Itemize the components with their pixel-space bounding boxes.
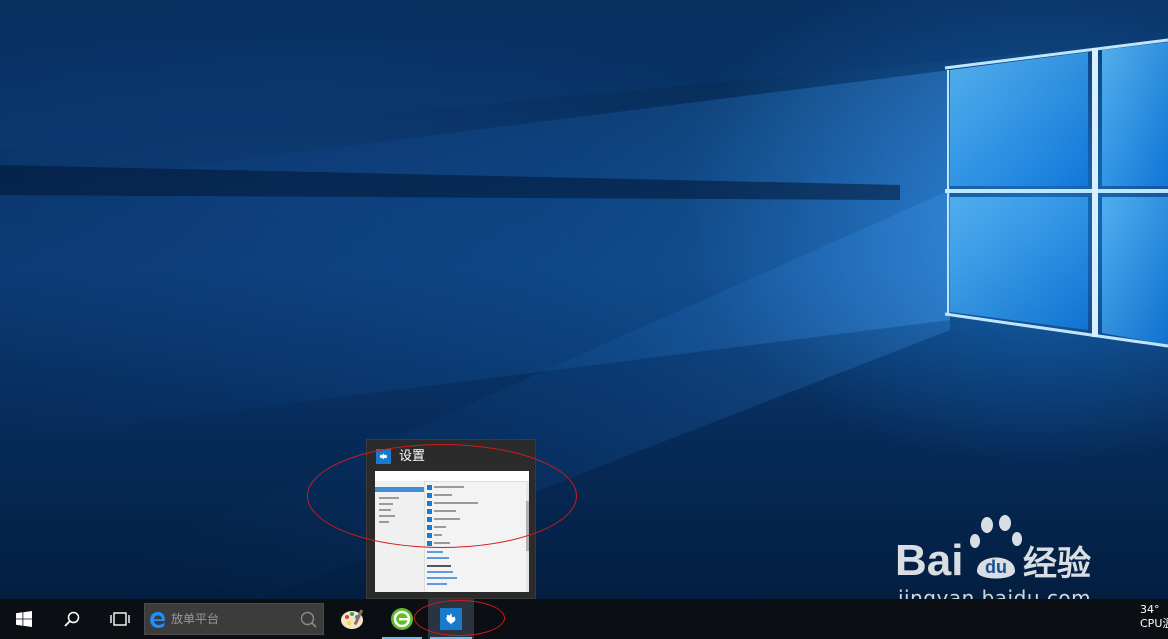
- desktop: 设置 Bai 经验 du jingyan.baidu.com: [0, 0, 1168, 599]
- baidu-jingyan-logo: Bai 经验 du: [895, 515, 1091, 585]
- tray-cpu-temp: 34° CPU温: [1140, 603, 1168, 631]
- windows-logo-icon: [16, 611, 32, 627]
- annotation-ellipse-preview: [307, 444, 577, 548]
- watermark-url: jingyan.baidu.com: [898, 586, 1092, 599]
- tray-temp-label: CPU温: [1140, 617, 1168, 630]
- taskbar: 放单平台 34° CPU温: [0, 599, 1168, 639]
- taskbar-search-box[interactable]: 放单平台: [144, 603, 324, 635]
- task-view-icon: [110, 612, 130, 626]
- taskbar-app-paint[interactable]: [330, 599, 376, 639]
- svg-text:du: du: [985, 557, 1007, 577]
- svg-text:经验: 经验: [1023, 544, 1091, 584]
- 360-browser-icon: [391, 608, 413, 630]
- paint-app-icon: [341, 609, 364, 629]
- search-button[interactable]: [48, 599, 96, 639]
- search-icon: [300, 611, 317, 628]
- search-placeholder: 放单平台: [171, 612, 220, 626]
- annotation-ellipse-settings: [414, 600, 505, 636]
- wallpaper-graphic: [0, 0, 1168, 599]
- edge-e-icon: [150, 612, 165, 628]
- svg-text:Bai: Bai: [895, 536, 963, 585]
- tray-temp-value: 34°: [1140, 603, 1160, 616]
- start-button[interactable]: [0, 599, 48, 639]
- task-view-button[interactable]: [96, 599, 144, 639]
- search-icon: [64, 611, 80, 627]
